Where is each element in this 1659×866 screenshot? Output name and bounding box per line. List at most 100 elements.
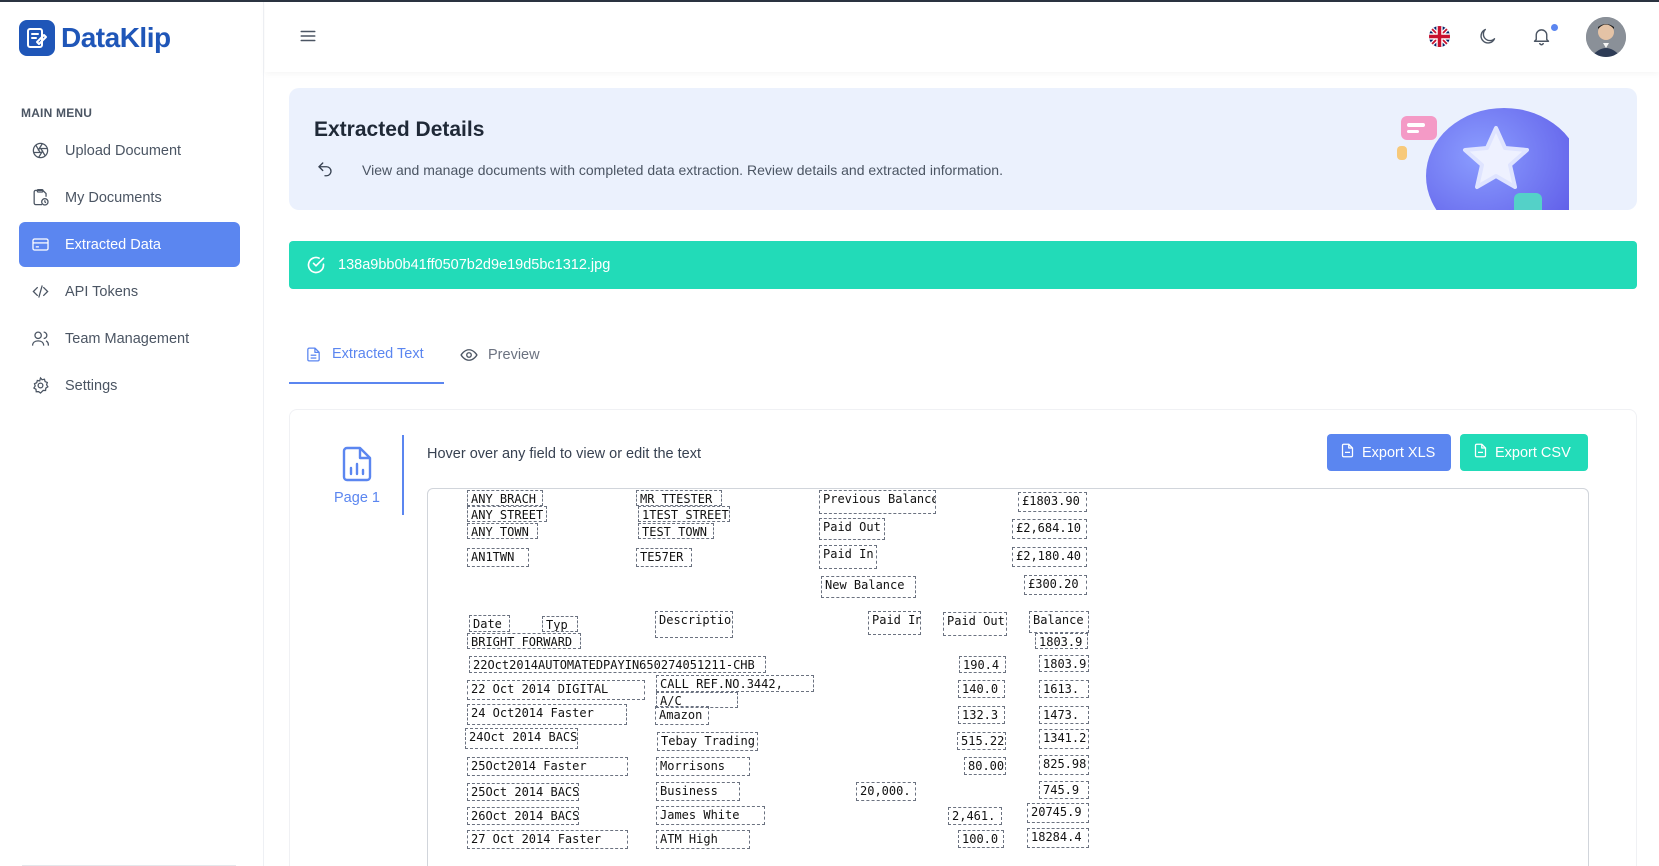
document-clock-icon [30, 188, 50, 208]
text-field[interactable]: 100.0 [958, 830, 1004, 848]
text-field[interactable]: ANY BRACH [467, 490, 543, 506]
file-icon [1474, 443, 1487, 462]
aperture-icon [30, 141, 50, 161]
text-field[interactable]: 25Oct2014 Faster [467, 757, 628, 776]
text-field[interactable]: Amazon [655, 706, 709, 725]
text-field[interactable]: ANY TOWN [467, 523, 538, 539]
text-field[interactable]: AN1TWN [467, 548, 529, 567]
text-field[interactable]: CALL REF.NO.3442, [656, 675, 814, 692]
page-description: View and manage documents with completed… [362, 162, 1003, 178]
text-field[interactable]: 24 Oct2014 Faster [467, 704, 627, 725]
text-field[interactable]: 515.22 [957, 732, 1006, 750]
tab-extracted-text[interactable]: Extracted Text [289, 326, 444, 384]
back-arrow-icon[interactable] [316, 160, 334, 183]
extracted-details-banner: Extracted Details View and manage docume… [289, 88, 1637, 210]
text-field[interactable]: 25Oct 2014 BACS [467, 783, 579, 801]
gear-icon [30, 376, 50, 396]
export-csv-button[interactable]: Export CSV [1460, 434, 1588, 471]
text-field[interactable]: James White [656, 806, 765, 825]
text-field[interactable]: 27 Oct 2014 Faster [467, 830, 628, 849]
text-field[interactable]: 745.9 [1039, 781, 1089, 799]
text-field[interactable]: 1803.9 [1035, 633, 1088, 649]
brand-logo[interactable]: DataKlip [19, 20, 171, 56]
tab-label: Extracted Text [332, 346, 424, 362]
sidebar-item-label: My Documents [65, 189, 162, 206]
document-chart-icon [325, 446, 389, 482]
text-field[interactable]: 132.3 [958, 706, 1005, 724]
text-field[interactable]: 1341.2 [1039, 729, 1089, 749]
text-field[interactable]: £300.20 [1024, 575, 1087, 595]
text-field[interactable]: £2,180.40 [1012, 547, 1087, 567]
text-field[interactable]: 20745.9 [1027, 803, 1089, 823]
text-field[interactable]: ANY STREET [467, 506, 547, 522]
moon-icon[interactable] [1477, 26, 1498, 52]
text-field[interactable]: 140.0 [958, 680, 1005, 698]
file-icon [1341, 443, 1354, 462]
text-field[interactable]: Paid In [819, 545, 877, 569]
text-field[interactable]: Morrisons [656, 757, 750, 776]
text-field[interactable]: 22 Oct 2014 DIGITAL [467, 680, 645, 700]
text-field[interactable]: Previous Balance [819, 490, 936, 514]
text-field[interactable]: TEST TOWN [638, 523, 714, 539]
sidebar-item-my-documents[interactable]: My Documents [19, 175, 240, 220]
text-field[interactable]: 18284.4 [1027, 828, 1089, 848]
text-field[interactable]: £2,684.10 [1012, 519, 1087, 539]
text-field[interactable]: 1473. [1039, 706, 1089, 724]
top-header [265, 2, 1659, 72]
export-csv-label: Export CSV [1495, 444, 1571, 461]
sidebar-item-api-tokens[interactable]: API Tokens [19, 269, 240, 314]
card-icon [30, 235, 50, 255]
page-title: Extracted Details [314, 118, 485, 141]
text-field[interactable]: 1613. [1039, 680, 1089, 698]
dataklip-logo-icon [19, 20, 55, 56]
view-tabs: Extracted Text Preview [289, 326, 556, 386]
text-field[interactable]: 80.00 [964, 757, 1006, 775]
users-icon [30, 329, 50, 349]
text-field[interactable]: ATM High [656, 830, 750, 849]
text-field[interactable]: Balance [1029, 611, 1089, 633]
sidebar: DataKlip MAIN MENU Upload Document My Do… [0, 2, 264, 866]
text-field[interactable]: 825.98 [1039, 755, 1089, 775]
sidebar-item-team-management[interactable]: Team Management [19, 316, 240, 361]
text-field[interactable]: Business [656, 782, 740, 801]
sidebar-item-label: Extracted Data [65, 236, 161, 253]
text-field[interactable]: 1803.9 [1039, 655, 1089, 672]
sidebar-item-upload-document[interactable]: Upload Document [19, 128, 240, 173]
text-field[interactable]: Paid In [868, 611, 921, 635]
text-field[interactable]: Tebay Trading [657, 732, 758, 751]
text-field[interactable]: Typ [542, 616, 578, 632]
text-field[interactable]: Paid Out [819, 518, 885, 540]
export-xls-button[interactable]: Export XLS [1327, 434, 1451, 471]
code-icon [30, 282, 50, 302]
uk-flag-icon[interactable] [1429, 26, 1450, 47]
text-field[interactable]: MR TTESTER [636, 490, 722, 506]
text-field[interactable]: Description [655, 611, 733, 638]
main-menu-heading: MAIN MENU [21, 106, 93, 120]
page-thumbnail[interactable]: Page 1 [325, 446, 389, 506]
text-field[interactable]: Paid Out [943, 612, 1007, 636]
text-field[interactable]: 26Oct 2014 BACS [467, 807, 579, 825]
sidebar-item-settings[interactable]: Settings [19, 363, 240, 408]
sidebar-item-label: Upload Document [65, 142, 182, 159]
hamburger-icon[interactable] [299, 27, 317, 50]
text-field[interactable]: £1803.90 [1018, 492, 1087, 512]
check-circle-icon [306, 255, 326, 275]
page-label: Page 1 [334, 490, 380, 506]
avatar[interactable] [1586, 17, 1626, 57]
text-field[interactable]: 24Oct 2014 BACS [465, 728, 578, 749]
sidebar-item-extracted-data[interactable]: Extracted Data [19, 222, 240, 267]
text-field[interactable]: BRIGHT FORWARD [467, 633, 581, 649]
text-field[interactable]: 1TEST STREET [638, 506, 730, 522]
text-field[interactable]: 2,461. [948, 807, 1002, 825]
bell-icon[interactable] [1531, 25, 1552, 52]
tab-preview[interactable]: Preview [444, 326, 556, 384]
text-field[interactable]: New Balance [821, 576, 916, 598]
text-field[interactable]: 190.4 [959, 656, 1006, 673]
text-field[interactable]: TE57ER [636, 548, 692, 567]
text-field[interactable]: 22Oct2014AUTOMATEDPAYIN650274051211-CHB [469, 656, 766, 673]
extraction-card: Page 1 Hover over any field to view or e… [289, 409, 1637, 866]
star-illustration-icon [1389, 96, 1582, 210]
export-xls-label: Export XLS [1362, 444, 1436, 461]
text-field[interactable]: Date [469, 615, 510, 632]
text-field[interactable]: 20,000. [856, 782, 916, 801]
